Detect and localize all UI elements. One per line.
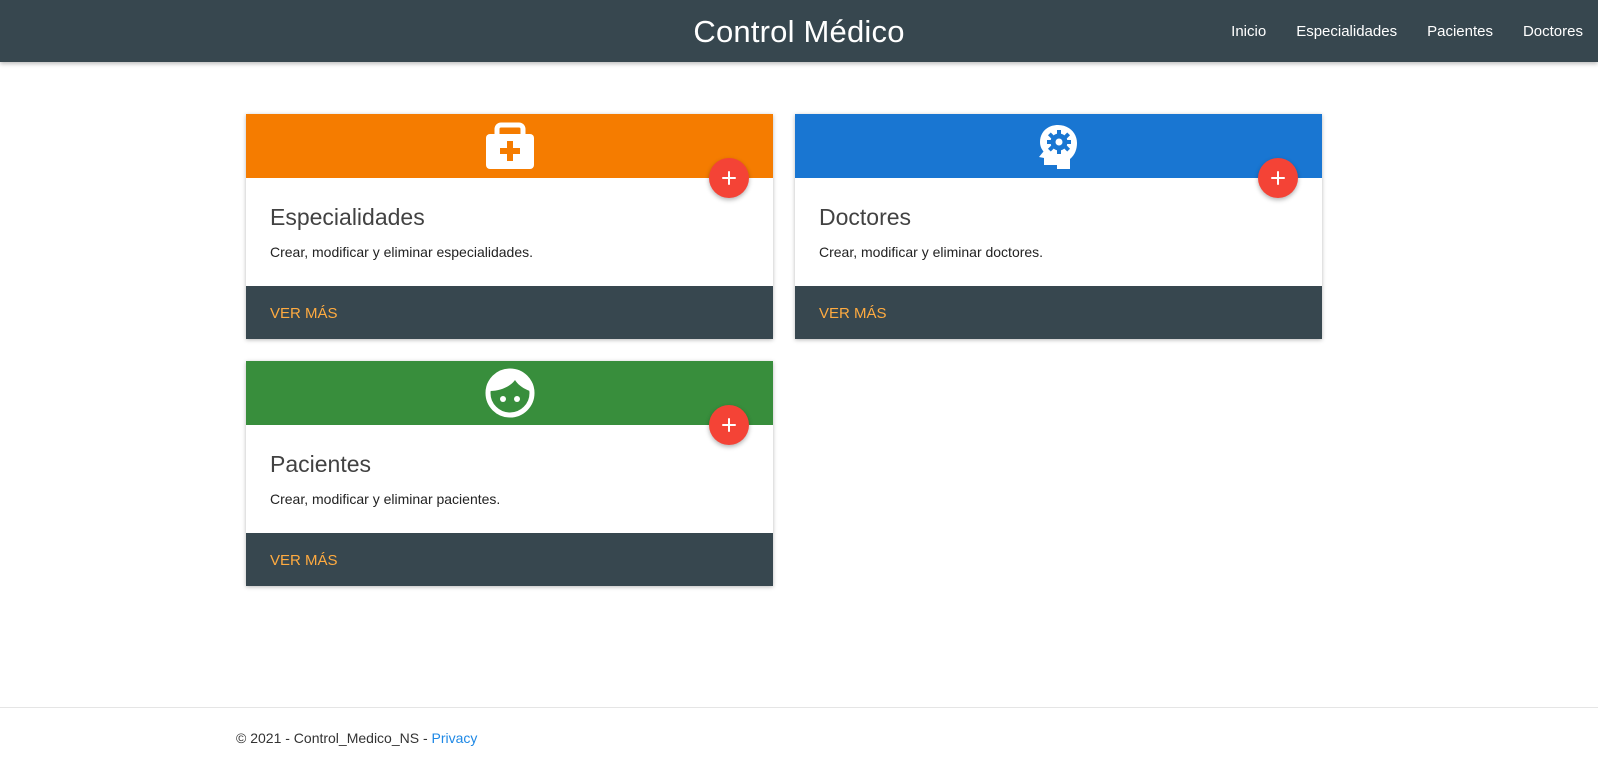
- nav-link-inicio[interactable]: Inicio: [1216, 23, 1281, 40]
- nav-link-especialidades[interactable]: Especialidades: [1281, 23, 1412, 40]
- medical-bag-icon: [485, 121, 535, 171]
- footer-text: © 2021 - Control_Medico_NS - Privacy: [236, 730, 477, 746]
- ver-mas-pacientes-link[interactable]: Ver más: [270, 533, 338, 588]
- face-icon: [484, 367, 536, 419]
- head-cog-icon: [1036, 123, 1082, 169]
- footer: © 2021 - Control_Medico_NS - Privacy: [0, 707, 1598, 783]
- card-action-bar: Ver más: [795, 286, 1322, 339]
- navbar: Control Médico Inicio Especialidades Pac…: [0, 0, 1598, 62]
- nav-links: Inicio Especialidades Pacientes Doctores: [1216, 0, 1598, 62]
- card-title: Especialidades: [270, 204, 425, 230]
- card-header-doctores: [795, 114, 1322, 178]
- ver-mas-especialidades-link[interactable]: Ver más: [270, 286, 338, 341]
- privacy-link[interactable]: Privacy: [432, 730, 478, 746]
- card-description: Crear, modificar y eliminar especialidad…: [270, 244, 533, 260]
- add-especialidad-button[interactable]: [709, 158, 749, 198]
- card-doctores: Doctores Crear, modificar y eliminar doc…: [795, 114, 1322, 339]
- add-doctor-button[interactable]: [1258, 158, 1298, 198]
- card-action-bar: Ver más: [246, 286, 773, 339]
- card-title: Pacientes: [270, 451, 372, 477]
- card-title: Doctores: [819, 204, 912, 230]
- copyright-text: © 2021 - Control_Medico_NS -: [236, 730, 432, 746]
- card-description: Crear, modificar y eliminar doctores.: [819, 244, 1044, 260]
- nav-link-doctores[interactable]: Doctores: [1508, 23, 1598, 40]
- nav-link-pacientes[interactable]: Pacientes: [1412, 23, 1508, 40]
- add-paciente-button[interactable]: [709, 405, 749, 445]
- card-especialidades: Especialidades Crear, modificar y elimin…: [246, 114, 773, 339]
- ver-mas-doctores-link[interactable]: Ver más: [819, 286, 887, 341]
- card-action-bar: Ver más: [246, 533, 773, 586]
- card-header-especialidades: [246, 114, 773, 178]
- card-description: Crear, modificar y eliminar pacientes.: [270, 491, 501, 507]
- card-pacientes: Pacientes Crear, modificar y eliminar pa…: [246, 361, 773, 586]
- card-header-pacientes: [246, 361, 773, 425]
